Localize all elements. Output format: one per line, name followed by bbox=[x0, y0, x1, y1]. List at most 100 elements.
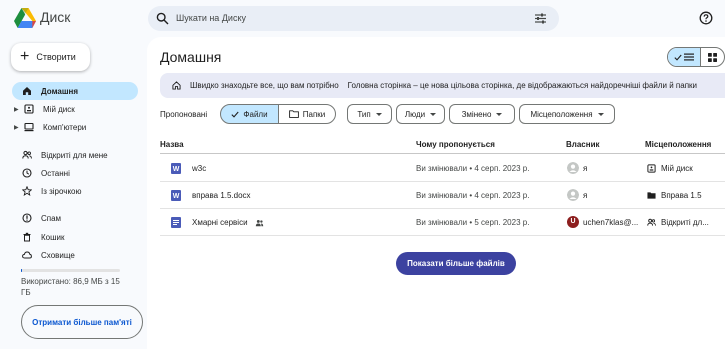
star-icon bbox=[22, 186, 32, 196]
chevron-down-icon bbox=[430, 112, 437, 116]
table-row[interactable]: Хмарні сервіси Ви змінювали • 5 серп. 20… bbox=[160, 209, 725, 236]
sidebar-item-label: Кошик bbox=[41, 232, 65, 242]
column-header-location[interactable]: Місцеположення bbox=[645, 140, 711, 149]
help-icon[interactable] bbox=[699, 11, 713, 25]
filter-modified-chip[interactable]: Змінено bbox=[449, 104, 515, 124]
folder-icon bbox=[647, 192, 656, 199]
my-drive-icon bbox=[647, 164, 656, 173]
my-drive-icon bbox=[24, 104, 34, 114]
column-header-reason[interactable]: Чому пропонується bbox=[416, 140, 495, 149]
file-reason: Ви змінювали • 4 серп. 2023 р. bbox=[416, 164, 530, 173]
segment-files-label: Файли bbox=[243, 109, 268, 119]
search-options-icon[interactable] bbox=[534, 12, 547, 25]
folder-outline-icon bbox=[288, 110, 299, 118]
segment-folders-label: Папки bbox=[302, 109, 326, 119]
grid-icon bbox=[708, 52, 717, 62]
word-doc-icon: W bbox=[171, 163, 181, 174]
info-banner: Швидко знаходьте все, що вам потрібно Го… bbox=[160, 73, 725, 98]
file-owner: я bbox=[583, 164, 588, 173]
sidebar-item-starred[interactable]: Із зірочкою bbox=[12, 182, 138, 200]
banner-text: Головна сторінка – це нова цільова сторі… bbox=[347, 81, 698, 90]
computer-icon bbox=[24, 122, 34, 132]
filter-type-label: Тип bbox=[357, 109, 371, 119]
default-avatar-icon bbox=[567, 189, 579, 201]
show-more-files-button[interactable]: Показати більше файлів bbox=[396, 252, 516, 275]
sidebar-item-computers[interactable]: Комп'ютери bbox=[12, 118, 138, 136]
view-toggle[interactable] bbox=[667, 47, 725, 67]
column-header-owner[interactable]: Власник bbox=[566, 140, 600, 149]
filter-people-label: Люди bbox=[404, 109, 426, 119]
filter-modified-label: Змінено bbox=[461, 109, 492, 119]
sidebar-item-my-drive[interactable]: Мій диск bbox=[12, 100, 138, 118]
search-input[interactable] bbox=[176, 8, 516, 28]
file-location: Мій диск bbox=[661, 164, 693, 173]
sidebar-item-label: Комп'ютери bbox=[43, 122, 87, 132]
sidebar-item-label: Мій диск bbox=[43, 104, 75, 114]
suggested-label: Пропоновані bbox=[160, 110, 208, 119]
google-doc-icon bbox=[171, 217, 181, 228]
owner-avatar: U bbox=[567, 216, 579, 228]
check-icon bbox=[674, 54, 682, 61]
word-doc-icon: W bbox=[171, 190, 181, 201]
list-icon bbox=[684, 53, 694, 61]
svg-text:W: W bbox=[173, 193, 180, 200]
storage-progress-fill bbox=[21, 269, 22, 272]
file-name: Хмарні сервіси bbox=[192, 218, 248, 227]
list-view-button[interactable] bbox=[668, 48, 701, 66]
grid-view-button[interactable] bbox=[701, 48, 724, 66]
filter-type-chip[interactable]: Тип bbox=[347, 104, 392, 124]
file-reason: Ви змінювали • 5 серп. 2023 р. bbox=[416, 218, 530, 227]
sidebar-item-recent[interactable]: Останні bbox=[12, 164, 138, 182]
sidebar-item-label: Відкриті для мене bbox=[41, 150, 108, 160]
file-name: вправа 1.5.docx bbox=[192, 191, 251, 200]
get-more-storage-button[interactable]: Отримати більше пам'яті bbox=[21, 305, 143, 339]
sidebar-item-label: Домашня bbox=[41, 86, 79, 96]
chevron-down-icon bbox=[496, 112, 503, 116]
file-name: w3c bbox=[192, 164, 207, 173]
default-avatar-icon bbox=[567, 162, 579, 174]
filter-location-label: Місцеположення bbox=[530, 109, 593, 119]
shared-people-icon bbox=[22, 150, 32, 159]
check-icon bbox=[231, 111, 240, 118]
column-header-name[interactable]: Назва bbox=[160, 140, 184, 149]
file-owner: uchen7klas@... bbox=[583, 218, 639, 227]
table-row[interactable]: W w3c Ви змінювали • 4 серп. 2023 р. я М… bbox=[160, 155, 725, 182]
app-title: Диск bbox=[40, 9, 71, 25]
table-header-divider bbox=[160, 153, 725, 154]
segment-files-button[interactable]: Файли bbox=[220, 104, 279, 124]
table-row[interactable]: W вправа 1.5.docx Ви змінювали • 4 серп.… bbox=[160, 182, 725, 209]
drive-logo-icon[interactable] bbox=[14, 8, 36, 28]
plus-icon: + bbox=[20, 48, 30, 65]
banner-title: Швидко знаходьте все, що вам потрібно bbox=[190, 81, 339, 90]
file-location: Вправа 1.5 bbox=[661, 191, 702, 200]
trash-icon bbox=[23, 232, 31, 242]
home-icon bbox=[172, 81, 181, 90]
page-title: Домашня bbox=[160, 49, 222, 65]
sidebar-item-label: Останні bbox=[41, 168, 70, 178]
shared-people-icon bbox=[647, 218, 656, 226]
sidebar-item-spam[interactable]: Спам bbox=[12, 209, 138, 227]
segment-folders-button[interactable]: Папки bbox=[278, 104, 336, 124]
sidebar-item-label: Із зірочкою bbox=[41, 186, 82, 196]
filter-people-chip[interactable]: Люди bbox=[396, 104, 445, 124]
file-location: Відкриті дл... bbox=[661, 218, 709, 227]
shared-people-icon bbox=[255, 219, 264, 227]
storage-progress-bar bbox=[21, 269, 120, 272]
file-reason: Ви змінювали • 4 серп. 2023 р. bbox=[416, 191, 530, 200]
svg-text:W: W bbox=[173, 166, 180, 173]
sidebar-item-home[interactable]: Домашня bbox=[12, 82, 138, 100]
search-icon[interactable] bbox=[156, 12, 169, 25]
home-icon bbox=[23, 87, 31, 95]
clock-icon bbox=[22, 168, 32, 178]
sidebar-item-label: Сховище bbox=[41, 250, 75, 260]
chevron-down-icon bbox=[375, 112, 382, 116]
create-button[interactable]: + Створити bbox=[11, 43, 90, 71]
filter-location-chip[interactable]: Місцеположення bbox=[519, 104, 615, 124]
create-button-label: Створити bbox=[36, 52, 76, 62]
sidebar-item-shared-with-me[interactable]: Відкриті для мене bbox=[12, 146, 138, 164]
chevron-down-icon bbox=[597, 112, 604, 116]
file-owner: я bbox=[583, 191, 588, 200]
sidebar-item-storage[interactable]: Сховище bbox=[12, 246, 138, 264]
cloud-icon bbox=[22, 251, 32, 259]
sidebar-item-trash[interactable]: Кошик bbox=[12, 228, 138, 246]
